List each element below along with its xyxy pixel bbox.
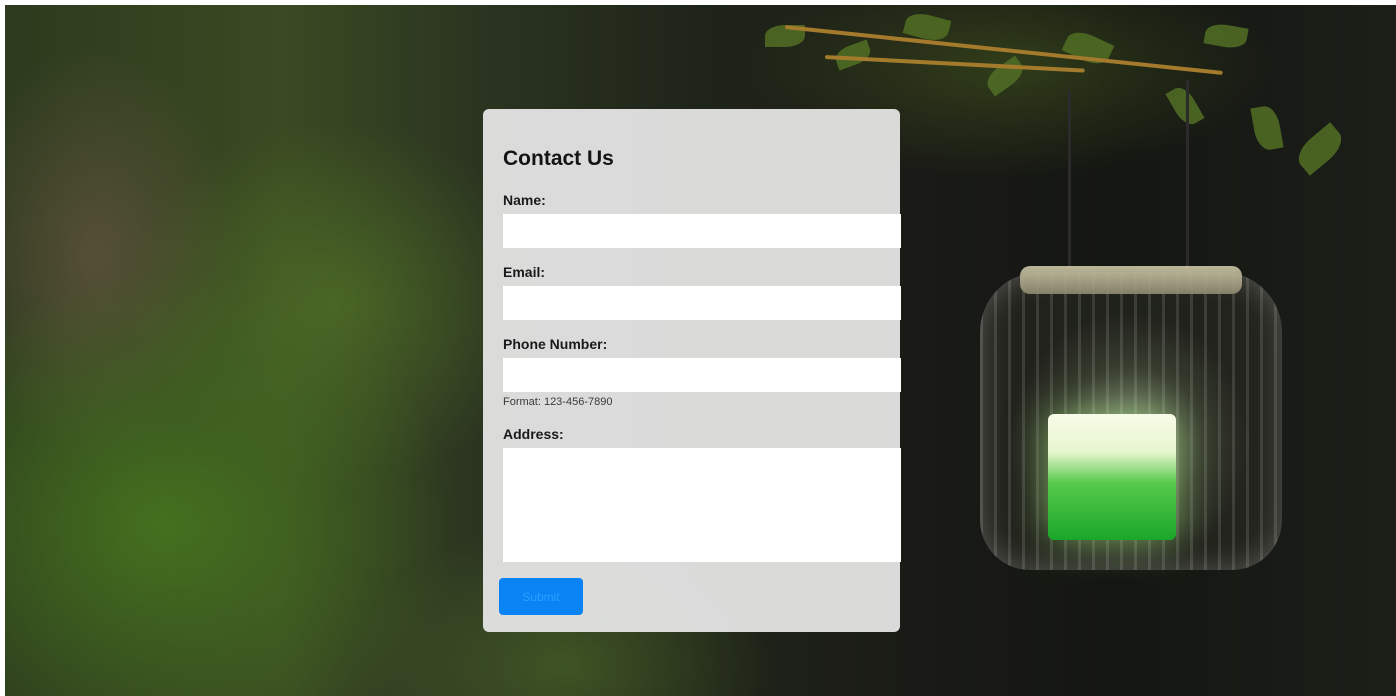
form-title: Contact Us	[503, 147, 614, 170]
phone-label: Phone Number:	[503, 336, 608, 352]
name-input[interactable]	[503, 214, 901, 248]
email-label: Email:	[503, 264, 546, 280]
leaf-decoration	[1250, 104, 1284, 152]
email-input[interactable]	[503, 286, 901, 320]
candle	[1048, 414, 1176, 540]
lantern-rim	[1020, 266, 1242, 294]
leaf-decoration	[1165, 83, 1205, 129]
address-label: Address:	[503, 426, 564, 442]
lantern-wire	[1186, 80, 1189, 290]
leaf-decoration	[1291, 122, 1349, 176]
contact-page: Contact Us Name: Email: Phone Number: Fo…	[0, 0, 1396, 696]
leaf-decoration	[982, 55, 1028, 97]
contact-form: Contact Us Name: Email: Phone Number: Fo…	[483, 109, 901, 632]
lantern-wire	[1068, 90, 1071, 270]
name-label: Name:	[503, 192, 546, 208]
leaf-decoration	[1203, 21, 1249, 51]
branch-decoration	[824, 55, 1085, 73]
leaf-decoration	[1061, 26, 1115, 70]
phone-format-hint: Format: 123-456-7890	[503, 396, 613, 408]
address-textarea[interactable]	[503, 448, 901, 562]
submit-button[interactable]: Submit	[499, 578, 583, 615]
phone-input[interactable]	[503, 358, 901, 392]
